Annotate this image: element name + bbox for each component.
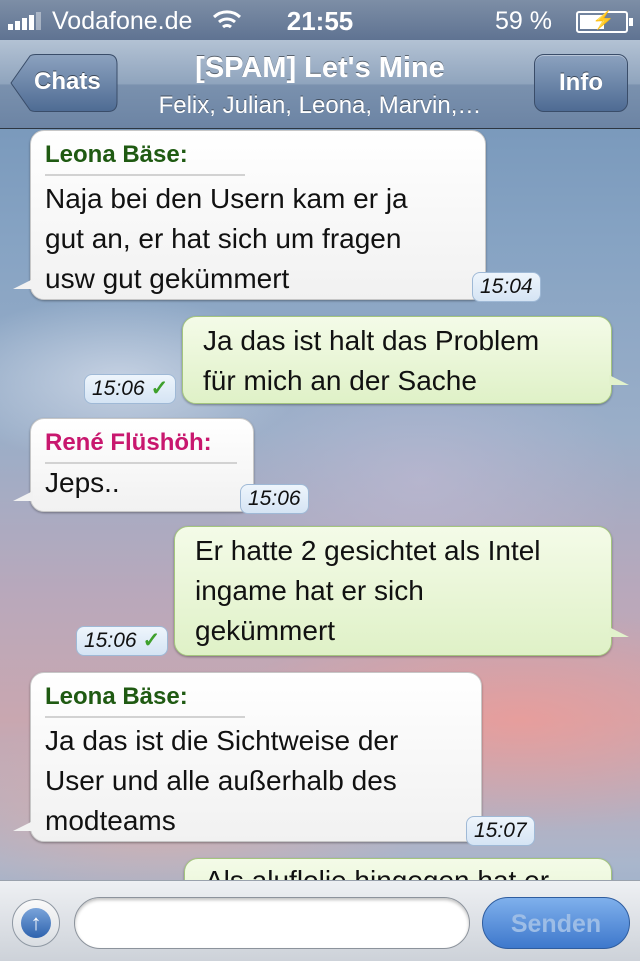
send-button-label: Senden: [510, 910, 602, 938]
message-bubble-incoming[interactable]: René Flüshöh: Jeps..: [13, 418, 254, 512]
message-text: Naja bei den Usern kam er ja gut an, er h…: [45, 183, 408, 294]
info-button-label: Info: [559, 69, 603, 96]
message-bubble-outgoing[interactable]: Als aluflolie hingegen hat er: [184, 858, 612, 880]
message-timestamp: 15:06 ✓: [76, 626, 169, 656]
message-bubble-incoming[interactable]: Leona Bäse: Ja das ist die Sichtweise de…: [13, 672, 482, 842]
back-to-chats-button[interactable]: Chats: [10, 54, 118, 112]
message-text: Er hatte 2 gesichtet als Intel ingame hat…: [195, 535, 541, 646]
message-bubble-incoming[interactable]: Leona Bäse: Naja bei den Usern kam er ja…: [13, 130, 486, 300]
message-list[interactable]: Leona Bäse: Naja bei den Usern kam er ja…: [0, 128, 640, 880]
message-text: Als aluflolie hingegen hat er: [205, 861, 549, 880]
message-text: Ja das ist halt das Problem für mich an d…: [203, 325, 540, 396]
message-text: Jeps..: [45, 467, 120, 498]
battery-charging-icon: ⚡: [576, 10, 633, 33]
bubble-tail: [13, 279, 33, 289]
message-timestamp: 15:07: [466, 816, 535, 846]
delivered-check-icon: ✓: [142, 629, 161, 652]
chat-title[interactable]: [SPAM] Let's Mine: [120, 52, 520, 85]
message-timestamp: 15:04: [472, 272, 541, 302]
bubble-tail: [609, 375, 629, 385]
message-text: Ja das ist die Sichtweise der User und al…: [45, 725, 399, 836]
chat-participants[interactable]: Felix, Julian, Leona, Marvin,…: [120, 92, 520, 120]
battery-percentage: 59 %: [495, 7, 552, 35]
message-bubble-outgoing[interactable]: Er hatte 2 gesichtet als Intel ingame hat…: [174, 526, 629, 656]
message-bubble-outgoing[interactable]: Ja das ist halt das Problem für mich an d…: [182, 316, 629, 404]
bubble-tail: [13, 491, 33, 501]
attach-button[interactable]: ↑: [12, 899, 60, 947]
sender-name: Leona Bäse:: [45, 141, 245, 176]
status-bar: Vodafone.de 21:55 59 % ⚡: [0, 0, 640, 40]
upload-arrow-icon: ↑: [21, 908, 51, 938]
info-button[interactable]: Info: [534, 54, 628, 112]
message-timestamp: 15:06: [240, 484, 309, 514]
back-button-label: Chats: [34, 68, 101, 95]
navigation-bar: Chats [SPAM] Let's Mine Felix, Julian, L…: [0, 40, 640, 129]
message-timestamp: 15:06 ✓: [84, 374, 177, 404]
sender-name: Leona Bäse:: [45, 683, 245, 718]
bubble-tail: [609, 627, 629, 637]
delivered-check-icon: ✓: [150, 377, 169, 400]
bubble-tail: [13, 821, 33, 831]
sender-name: René Flüshöh:: [45, 429, 237, 464]
message-input[interactable]: [74, 897, 470, 949]
send-button[interactable]: Senden: [482, 897, 630, 949]
compose-bar: ↑ Senden: [0, 880, 640, 961]
